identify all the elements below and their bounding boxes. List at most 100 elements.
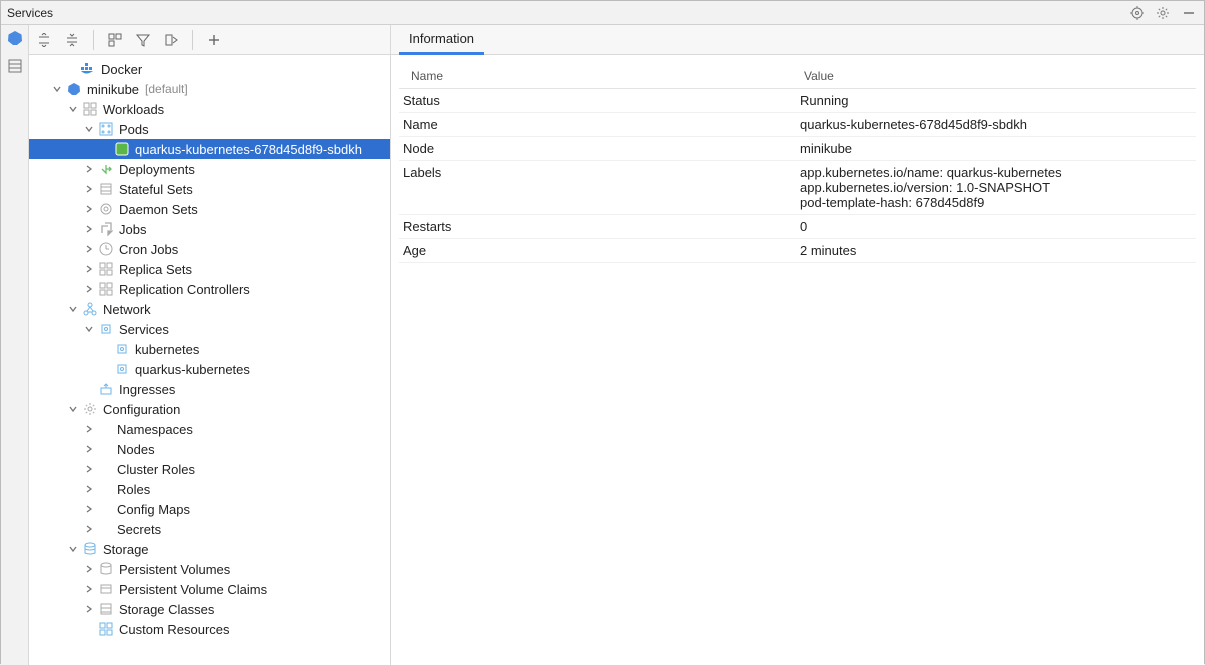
table-row: Namequarkus-kubernetes-678d45d8f9-sbdkh [399,113,1196,137]
table-row: StatusRunning [399,89,1196,113]
table-body: StatusRunningNamequarkus-kubernetes-678d… [399,89,1196,263]
chevron-right-icon[interactable] [81,241,97,257]
chevron-right-icon[interactable] [81,461,97,477]
tree-node-svc-quarkus[interactable]: quarkus-kubernetes [29,359,390,379]
service-icon [113,360,131,378]
row-name: Restarts [403,219,800,234]
chevron-down-icon[interactable] [49,81,65,97]
row-name: Name [403,117,800,132]
chevron-down-icon[interactable] [65,401,81,417]
toolbar-separator [192,30,193,50]
storage-class-icon [97,600,115,618]
tree-node-pod-selected[interactable]: quarkus-kubernetes-678d45d8f9-sbdkh [29,139,390,159]
tree-label: Network [103,302,151,317]
chevron-right-icon[interactable] [81,481,97,497]
tree-node-services[interactable]: Services [29,319,390,339]
tree-node-cluster-roles[interactable]: Cluster Roles [29,459,390,479]
cron-jobs-icon [97,240,115,258]
tree-node-stateful-sets[interactable]: Stateful Sets [29,179,390,199]
chevron-right-icon[interactable] [81,501,97,517]
tree-label: Storage [103,542,149,557]
chevron-right-icon[interactable] [81,581,97,597]
tree-label: Pods [119,122,149,137]
tree-node-network[interactable]: Network [29,299,390,319]
chevron-down-icon[interactable] [65,541,81,557]
chevron-down-icon[interactable] [65,101,81,117]
tree-label: Jobs [119,222,146,237]
gear-icon[interactable] [1154,4,1172,22]
tree-node-roles[interactable]: Roles [29,479,390,499]
tab-information[interactable]: Information [399,27,484,55]
tree-label: Ingresses [119,382,175,397]
expand-all-icon[interactable] [35,31,53,49]
row-value: app.kubernetes.io/name: quarkus-kubernet… [800,165,1196,210]
tree-node-workloads[interactable]: Workloads [29,99,390,119]
tree-node-deployments[interactable]: Deployments [29,159,390,179]
tree-node-persistent-volume-claims[interactable]: Persistent Volume Claims [29,579,390,599]
toolbar-separator [93,30,94,50]
autoscroll-icon[interactable] [162,31,180,49]
tree-node-namespaces[interactable]: Namespaces [29,419,390,439]
docker-icon [79,60,97,78]
target-icon[interactable] [1128,4,1146,22]
tree-node-custom-resources[interactable]: Custom Resources [29,619,390,639]
tree-node-replica-sets[interactable]: Replica Sets [29,259,390,279]
chevron-down-icon[interactable] [81,321,97,337]
tree-label: Replica Sets [119,262,192,277]
row-name: Age [403,243,800,258]
chevron-down-icon[interactable] [81,121,97,137]
details-panel: Information Name Value StatusRunningName… [391,25,1204,665]
tree-label: Namespaces [117,422,193,437]
network-icon [81,300,99,318]
tree-label: Persistent Volume Claims [119,582,267,597]
chevron-right-icon[interactable] [81,421,97,437]
tree[interactable]: Docker minikube [default] Workloads Pods [29,55,390,665]
tree-node-persistent-volumes[interactable]: Persistent Volumes [29,559,390,579]
chevron-right-icon[interactable] [81,261,97,277]
stateful-sets-icon [97,180,115,198]
tree-node-minikube[interactable]: minikube [default] [29,79,390,99]
collapse-all-icon[interactable] [63,31,81,49]
tree-node-docker[interactable]: Docker [29,59,390,79]
tree-node-daemon-sets[interactable]: Daemon Sets [29,199,390,219]
chevron-right-icon[interactable] [81,561,97,577]
tree-node-config-maps[interactable]: Config Maps [29,499,390,519]
chevron-right-icon[interactable] [81,221,97,237]
tree-node-replication-controllers[interactable]: Replication Controllers [29,279,390,299]
column-value: Value [804,69,834,83]
tree-node-storage[interactable]: Storage [29,539,390,559]
group-icon[interactable] [106,31,124,49]
tree-node-storage-classes[interactable]: Storage Classes [29,599,390,619]
structure-icon[interactable] [6,57,24,75]
chevron-right-icon[interactable] [81,161,97,177]
storage-icon [81,540,99,558]
chevron-right-icon[interactable] [81,201,97,217]
chevron-down-icon[interactable] [65,301,81,317]
tree-node-configuration[interactable]: Configuration [29,399,390,419]
empty-tw [63,61,79,77]
tree-node-svc-kubernetes[interactable]: kubernetes [29,339,390,359]
row-value: minikube [800,141,1196,156]
hide-icon[interactable] [1180,4,1198,22]
chevron-right-icon[interactable] [81,441,97,457]
tree-node-ingresses[interactable]: Ingresses [29,379,390,399]
tree-node-pods[interactable]: Pods [29,119,390,139]
filter-icon[interactable] [134,31,152,49]
tree-node-nodes[interactable]: Nodes [29,439,390,459]
row-value: quarkus-kubernetes-678d45d8f9-sbdkh [800,117,1196,132]
tree-label: Daemon Sets [119,202,198,217]
tree-node-cron-jobs[interactable]: Cron Jobs [29,239,390,259]
chevron-right-icon[interactable] [81,281,97,297]
kubernetes-icon[interactable] [6,29,24,47]
tree-label: kubernetes [135,342,199,357]
chevron-right-icon[interactable] [81,181,97,197]
tree-node-secrets[interactable]: Secrets [29,519,390,539]
row-name: Status [403,93,800,108]
tool-panel: Docker minikube [default] Workloads Pods [1,25,1204,665]
tree-label: Secrets [117,522,161,537]
sidebar-toolbar [29,25,390,55]
chevron-right-icon[interactable] [81,521,97,537]
chevron-right-icon[interactable] [81,601,97,617]
add-icon[interactable] [205,31,223,49]
tree-node-jobs[interactable]: Jobs [29,219,390,239]
